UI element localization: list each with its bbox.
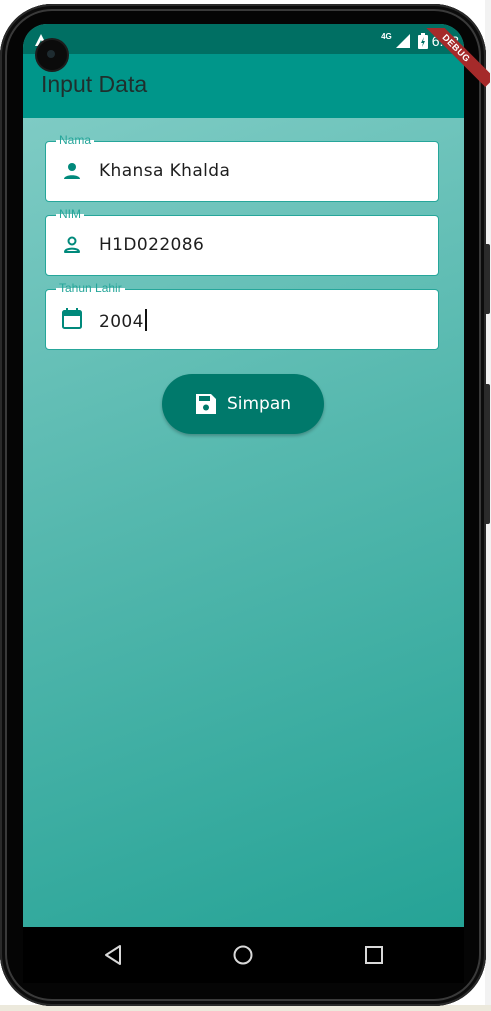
page-title: Input Data (41, 71, 148, 97)
nim-label: NIM (56, 207, 84, 221)
nama-input[interactable]: Khansa Khalda (99, 161, 230, 181)
network-type: 4G (381, 31, 392, 41)
power-button (486, 384, 490, 524)
debug-banner-label: DEBUG (417, 28, 490, 88)
nama-label: Nama (56, 133, 95, 147)
recents-icon[interactable] (362, 943, 386, 967)
tahun-lahir-label: Tahun Lahir (56, 281, 125, 295)
home-icon[interactable] (231, 943, 255, 967)
tahun-lahir-input-wrap[interactable]: 2004 (99, 309, 147, 332)
save-button-label: Simpan (226, 394, 292, 414)
debug-banner: DEBUG (400, 28, 490, 88)
nim-input[interactable]: H1D022086 (99, 235, 204, 255)
back-icon[interactable] (101, 943, 125, 967)
person-filled-icon (64, 163, 80, 179)
app-bar: Input Data (23, 54, 464, 118)
tahun-lahir-field[interactable]: Tahun Lahir 2004 (45, 281, 439, 350)
calendar-icon (62, 308, 82, 329)
volume-button (486, 244, 490, 314)
save-button[interactable]: Simpan (162, 374, 324, 434)
front-camera (37, 40, 67, 70)
text-cursor (144, 309, 147, 331)
system-nav-bar (23, 927, 464, 983)
person-outline-icon (64, 236, 80, 253)
nama-field[interactable]: Nama Khansa Khalda (45, 133, 439, 202)
nim-field[interactable]: NIM H1D022086 (45, 207, 439, 276)
tahun-lahir-input[interactable]: 2004 (99, 312, 144, 332)
save-icon (195, 394, 216, 414)
